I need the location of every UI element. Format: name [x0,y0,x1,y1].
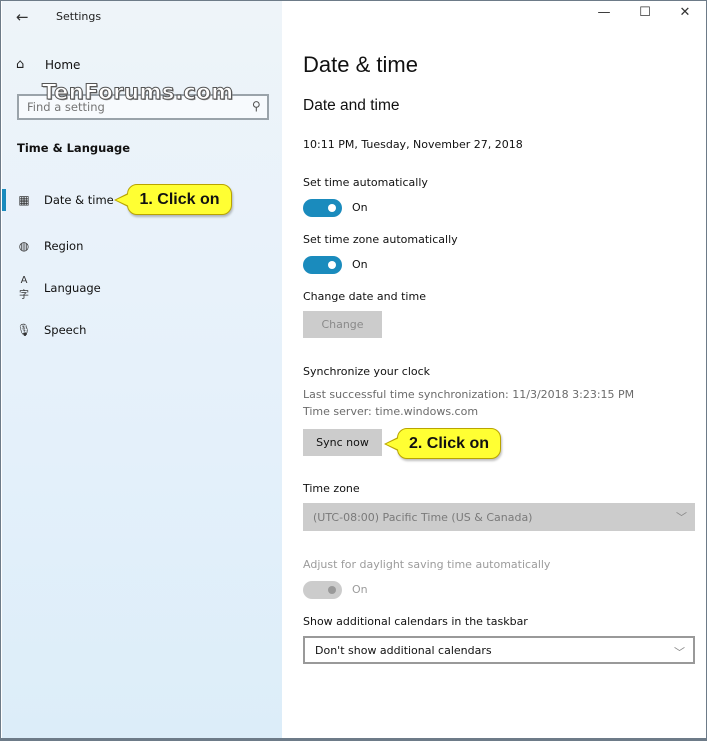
sidebar-home[interactable]: ⌂ Home [16,57,80,72]
sidebar-item-label: Date & time [44,193,114,207]
calendars-select[interactable]: Don't show additional calendars ﹀ [303,636,695,664]
sidebar-item-label: Language [44,281,101,295]
set-tz-auto-state: On [352,258,368,271]
maximize-icon[interactable]: ☐ [635,5,655,20]
watermark: TenForums.com [42,80,234,105]
page-title: Date & time [303,52,418,77]
set-time-auto-toggle[interactable] [303,199,342,217]
search-icon[interactable]: ⚲ [252,99,261,113]
microphone-icon: 🎙 [16,323,32,337]
sidebar-item-label: Region [44,239,84,253]
set-tz-auto-toggle[interactable] [303,256,342,274]
globe-icon: ◍ [18,239,30,253]
home-label: Home [45,57,81,72]
app-title: Settings [56,10,102,23]
chevron-down-icon: ﹀ [676,511,687,524]
set-tz-auto-label: Set time zone automatically [303,233,458,246]
back-arrow-icon[interactable]: ← [16,7,36,27]
sidebar: ← Settings ⌂ Home ⚲ TenForums.com Time &… [2,1,282,738]
sync-now-button[interactable]: Sync now [303,429,382,456]
calendars-value: Don't show additional calendars [315,643,492,657]
sidebar-item-speech[interactable]: 🎙 Speech [2,309,282,351]
home-icon: ⌂ [16,57,25,72]
time-server-text: Time server: time.windows.com [303,405,479,418]
language-icon: A字 [19,275,29,301]
dst-label: Adjust for daylight saving time automati… [303,558,551,571]
callout-step-1: 1. Click on [114,184,232,215]
section-header: Time & Language [17,141,131,155]
minimize-icon[interactable]: — [594,5,614,20]
current-datetime: 10:11 PM, Tuesday, November 27, 2018 [303,138,523,151]
callout-step-2: 2. Click on [384,428,501,459]
chevron-down-icon: ﹀ [674,646,685,659]
change-button[interactable]: Change [303,311,382,338]
last-sync-text: Last successful time synchronization: 11… [303,388,635,401]
sidebar-item-region[interactable]: ◍ Region [2,225,282,267]
sidebar-item-language[interactable]: A字 Language [2,267,282,309]
time-zone-select[interactable]: (UTC-08:00) Pacific Time (US & Canada) ﹀ [303,503,695,531]
calendar-clock-icon: ▦ [18,193,30,207]
section-title: Date and time [303,97,400,114]
set-time-auto-label: Set time automatically [303,176,428,189]
sync-label: Synchronize your clock [303,365,431,378]
change-dt-label: Change date and time [303,290,426,303]
dst-toggle[interactable] [303,581,342,599]
close-icon[interactable]: ✕ [675,5,695,20]
calendars-label: Show additional calendars in the taskbar [303,615,528,628]
time-zone-label: Time zone [303,482,360,495]
set-time-auto-state: On [352,201,368,214]
dst-state: On [352,583,368,596]
settings-window: ← Settings ⌂ Home ⚲ TenForums.com Time &… [0,0,707,741]
sidebar-item-label: Speech [44,323,87,337]
time-zone-value: (UTC-08:00) Pacific Time (US & Canada) [313,510,533,524]
